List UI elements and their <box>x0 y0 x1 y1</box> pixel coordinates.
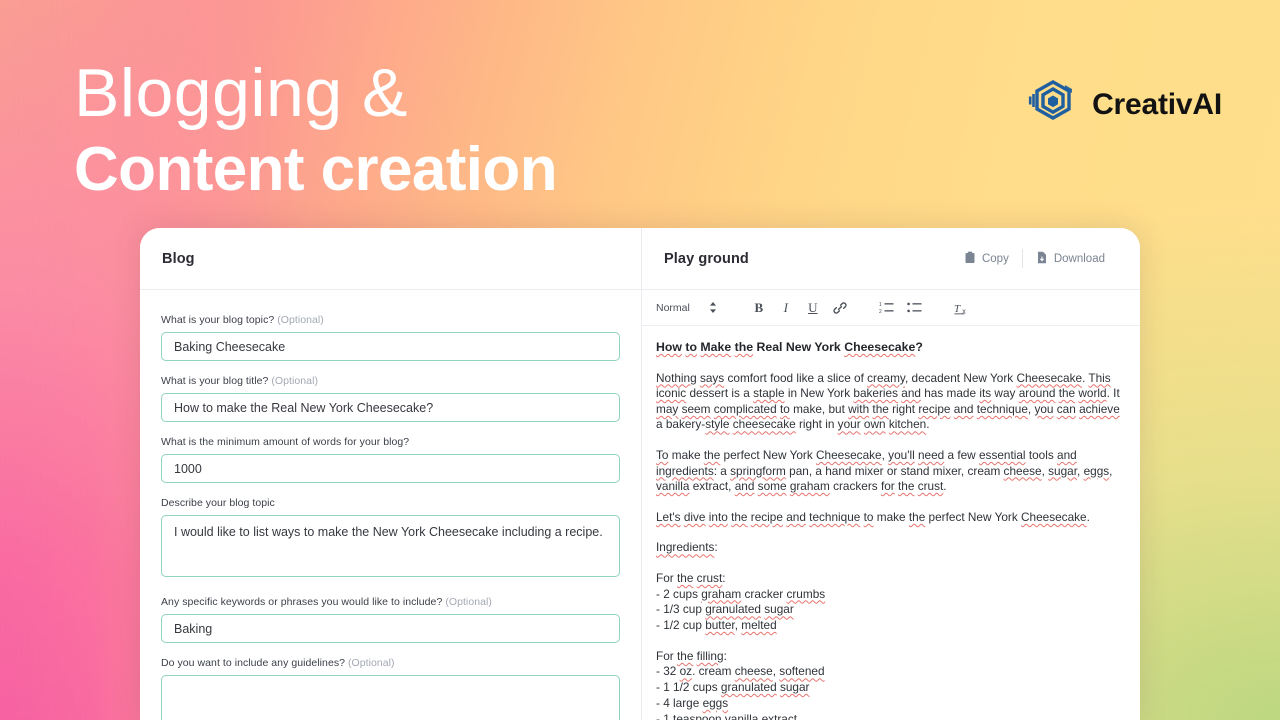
copy-button[interactable]: Copy <box>951 247 1022 271</box>
input-blog-title[interactable] <box>161 393 620 422</box>
field-guidelines: Do you want to include any guidelines? (… <box>161 657 620 720</box>
textarea-guidelines[interactable] <box>161 675 620 720</box>
list-item: - 4 large eggs <box>656 695 729 710</box>
editor-toolbar: Normal B I U 1 2 T x <box>642 290 1140 326</box>
app-window: Blog What is your blog topic? (Optional)… <box>140 228 1140 720</box>
article-crust-block: For the crust: - 2 cups graham cracker c… <box>656 571 1124 634</box>
label-text: What is your blog topic? <box>161 314 275 326</box>
italic-button[interactable]: I <box>779 300 793 316</box>
field-keywords: Any specific keywords or phrases you wou… <box>161 596 620 643</box>
svg-text:1: 1 <box>879 302 882 308</box>
headline-line-2: Content creation <box>74 135 558 204</box>
label-blog-title: What is your blog title? (Optional) <box>161 375 620 387</box>
article-paragraph-3: Let's dive into the recipe and technique… <box>656 509 1090 524</box>
article-paragraph-2: To make the perfect New York Cheesecake,… <box>656 447 1113 494</box>
list-item: - 1/3 cup granulated sugar <box>656 602 794 617</box>
updown-caret-icon[interactable] <box>706 301 720 314</box>
playground-pane-header: Play ground Copy Download <box>642 228 1140 290</box>
label-min-words: What is the minimum amount of words for … <box>161 436 620 448</box>
bold-button[interactable]: B <box>752 300 766 316</box>
generated-article[interactable]: How to Make the Real New York Cheesecake… <box>642 326 1140 720</box>
blog-pane-title: Blog <box>162 250 195 267</box>
playground-actions: Copy Download <box>951 247 1118 271</box>
label-text: Describe your blog topic <box>161 497 275 509</box>
headline-line-1: Blogging & <box>74 55 408 131</box>
article-heading: How to Make the Real New York Cheesecake… <box>656 340 923 354</box>
hexagon-spiral-logo-icon <box>1027 76 1079 133</box>
copy-label: Copy <box>981 252 1009 265</box>
textarea-describe-topic[interactable]: I would like to list ways to make the Ne… <box>161 515 620 577</box>
format-select-label: Normal <box>656 301 690 314</box>
file-download-icon <box>1036 251 1048 267</box>
article-ingredients-heading: Ingredients: <box>656 540 718 555</box>
clear-format-button[interactable]: T x <box>954 301 970 315</box>
format-select[interactable]: Normal <box>656 301 720 314</box>
list-item: - 1 1/2 cups granulated sugar <box>656 680 810 695</box>
field-blog-title: What is your blog title? (Optional) <box>161 375 620 422</box>
playground-pane-title: Play ground <box>664 250 749 267</box>
filling-heading: For the filling: <box>656 648 727 663</box>
list-item: - 1/2 cup butter, melted <box>656 618 777 633</box>
download-label: Download <box>1053 252 1105 265</box>
label-blog-topic: What is your blog topic? (Optional) <box>161 314 620 326</box>
blog-form: What is your blog topic? (Optional) What… <box>140 290 641 720</box>
underline-button[interactable]: U <box>806 300 820 316</box>
blog-pane-header: Blog <box>140 228 641 290</box>
bullet-list-icon[interactable] <box>907 301 922 314</box>
clipboard-icon <box>964 251 976 267</box>
field-min-words: What is the minimum amount of words for … <box>161 436 620 483</box>
list-item: - 2 cups graham cracker crumbs <box>656 586 826 601</box>
input-min-words[interactable] <box>161 454 620 483</box>
label-text: Any specific keywords or phrases you wou… <box>161 596 443 608</box>
blog-form-pane: Blog What is your blog topic? (Optional)… <box>140 228 642 720</box>
svg-text:T: T <box>954 303 961 315</box>
label-keywords: Any specific keywords or phrases you wou… <box>161 596 620 608</box>
label-guidelines: Do you want to include any guidelines? (… <box>161 657 620 669</box>
label-describe-topic: Describe your blog topic <box>161 497 620 509</box>
label-text: Do you want to include any guidelines? <box>161 657 346 669</box>
download-button[interactable]: Download <box>1023 247 1118 271</box>
optional-tag: (Optional) <box>348 657 395 669</box>
optional-tag: (Optional) <box>445 596 492 608</box>
input-blog-topic[interactable] <box>161 332 620 361</box>
playground-pane: Play ground Copy Download Normal B I U 1… <box>642 228 1140 720</box>
hero-headline: Blogging & Content creation <box>74 52 558 204</box>
label-text: What is the minimum amount of words for … <box>161 436 410 448</box>
list-item: - 32 oz. cream cheese, softened <box>656 664 825 679</box>
list-item: - 1 teaspoon vanilla extract <box>656 711 798 720</box>
label-text: What is your blog title? <box>161 375 269 387</box>
field-describe-topic: Describe your blog topic I would like to… <box>161 497 620 582</box>
link-icon[interactable] <box>833 301 847 315</box>
article-paragraph-1: Nothing says comfort food like a slice o… <box>656 370 1120 432</box>
brand-name: CreativAI <box>1092 87 1222 121</box>
article-filling-block: For the filling: - 32 oz. cream cheese, … <box>656 649 1124 720</box>
ordered-list-icon[interactable]: 1 2 <box>879 301 894 314</box>
field-blog-topic: What is your blog topic? (Optional) <box>161 314 620 361</box>
crust-heading: For the crust: <box>656 570 726 585</box>
brand-logo: CreativAI <box>1027 76 1222 133</box>
svg-text:2: 2 <box>879 309 882 314</box>
optional-tag: (Optional) <box>277 314 324 326</box>
optional-tag: (Optional) <box>271 375 318 387</box>
input-keywords[interactable] <box>161 614 620 643</box>
